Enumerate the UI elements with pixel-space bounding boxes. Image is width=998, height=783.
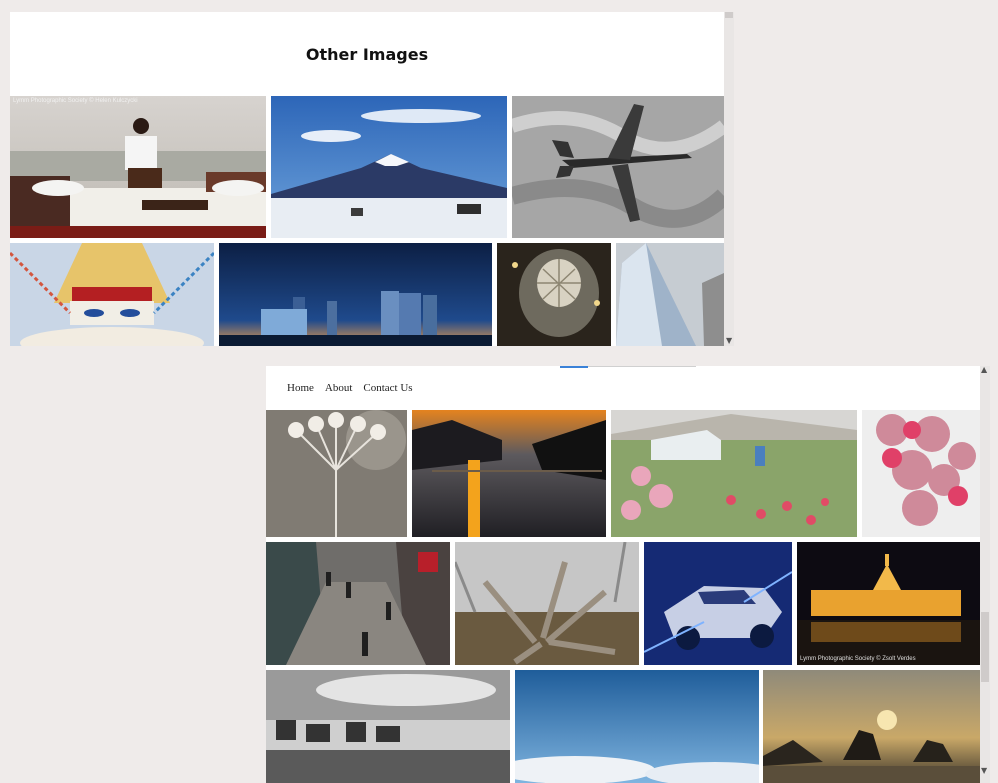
photo-seedhead[interactable] <box>266 410 407 537</box>
photo-boat-meditation[interactable]: Lymm Photographic Society © Helen Kulczy… <box>10 96 266 238</box>
photo-shard-building[interactable] <box>616 243 724 346</box>
photo-blue-sky-clouds[interactable] <box>515 670 759 783</box>
top-scrollbar-thumb[interactable] <box>725 12 733 18</box>
other-images-window: Other Images Lymm Photographic Society ©… <box>10 12 724 346</box>
nav-home[interactable]: Home <box>287 382 314 394</box>
photo-harbour-bw[interactable] <box>266 670 510 783</box>
main-nav: Home About Contact Us <box>266 366 980 410</box>
photo-budapest-parliament[interactable]: Lymm Photographic Society © Zsolt Verdes <box>797 542 980 665</box>
nav-about[interactable]: About <box>325 382 353 394</box>
photo-sparkle-car[interactable] <box>644 542 792 665</box>
gallery-window: Home About Contact Us Lymm Photographic … <box>266 366 980 783</box>
scroll-down-icon[interactable]: ▼ <box>726 337 732 345</box>
photo-sunset-lake[interactable] <box>412 410 606 537</box>
photo-watermark: Lymm Photographic Society © Zsolt Verdes <box>800 656 916 662</box>
photo-rainy-street[interactable] <box>266 542 450 665</box>
photo-mount-fuji[interactable] <box>271 96 507 238</box>
photo-watermark: Lymm Photographic Society © Helen Kulczy… <box>13 98 138 104</box>
nav-contact-us[interactable]: Contact Us <box>363 382 412 394</box>
photo-stupa-flags[interactable] <box>10 243 214 346</box>
scroll-up-icon[interactable]: ▲ <box>981 366 987 374</box>
bottom-scrollbar[interactable] <box>980 366 990 783</box>
photo-greenhouse-garden[interactable] <box>611 410 857 537</box>
photo-sea-stacks-sunset[interactable] <box>763 670 980 783</box>
photo-pink-roses[interactable] <box>862 410 980 537</box>
scroll-down-icon[interactable]: ▼ <box>981 767 987 775</box>
photo-jet-aircraft[interactable] <box>512 96 724 238</box>
top-scrollbar[interactable] <box>724 12 734 346</box>
photo-glass-dome[interactable] <box>497 243 611 346</box>
page-heading: Other Images <box>305 44 429 64</box>
photo-mediacity-night[interactable] <box>219 243 492 346</box>
bottom-scrollbar-thumb[interactable] <box>981 612 989 682</box>
photo-tree-root[interactable] <box>455 542 639 665</box>
